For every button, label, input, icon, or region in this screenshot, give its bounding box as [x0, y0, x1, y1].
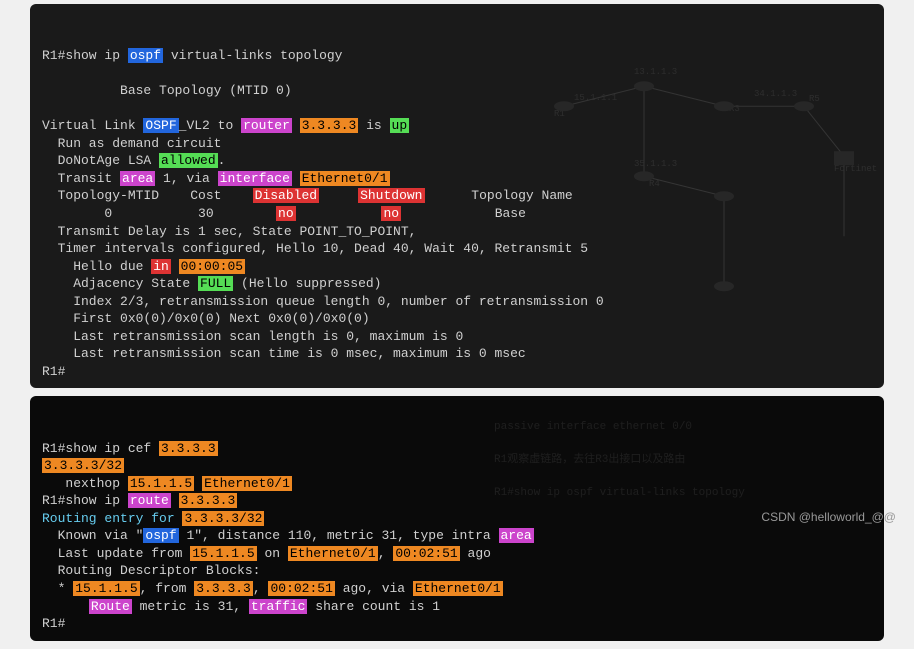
interface-name: Ethernet0/1: [288, 546, 378, 561]
ip-prefix: 3.3.3.3/32: [182, 511, 264, 526]
output-line: Transmit Delay is 1 sec, State POINT_TO_…: [42, 224, 416, 239]
output-line: Adjacency State FULL (Hello suppressed): [42, 276, 381, 291]
keyword-route: Route: [89, 599, 132, 614]
output-line: Timer intervals configured, Hello 10, De…: [42, 241, 588, 256]
status-up: up: [390, 118, 410, 133]
output-line: Hello due in 00:00:05: [42, 259, 245, 274]
ip-prefix: 3.3.3.3/32: [42, 458, 124, 473]
ip-address: 15.1.1.5: [190, 546, 256, 561]
svg-text:R1: R1: [554, 109, 565, 119]
keyword-area: area: [499, 528, 534, 543]
terminal-output-2: passive interface ethernet 0/0 R1观察虚链路，去…: [30, 396, 884, 640]
status-allowed: allowed: [159, 153, 218, 168]
cli-prompt: R1#: [42, 364, 65, 379]
output-line: Virtual Link OSPF_VL2 to router 3.3.3.3 …: [42, 118, 409, 133]
keyword-ospf: ospf: [143, 528, 178, 543]
svg-text:R3: R3: [729, 104, 740, 114]
output-line: Known via "ospf 1", distance 110, metric…: [42, 528, 534, 543]
ip-address: 3.3.3.3: [300, 118, 359, 133]
output-line: Route metric is 31, traffic share count …: [42, 599, 440, 614]
output-line: DoNotAge LSA allowed.: [42, 153, 225, 168]
keyword-route: route: [128, 493, 171, 508]
svg-text:35.1.1.3: 35.1.1.3: [634, 159, 677, 169]
ip-address: 15.1.1.5: [128, 476, 194, 491]
svg-text:R4: R4: [649, 179, 660, 189]
output-line: 0 30 no no Base: [42, 206, 526, 221]
cli-line: R1#show ip route 3.3.3.3: [42, 493, 237, 508]
svg-text:Fortinet: Fortinet: [834, 164, 877, 174]
cli-line: R1#show ip cef 3.3.3.3: [42, 441, 218, 456]
keyword-traffic: traffic: [249, 599, 308, 614]
value-no: no: [381, 206, 401, 221]
output-line: Last update from 15.1.1.5 on Ethernet0/1…: [42, 546, 491, 561]
interface-name: Ethernet0/1: [413, 581, 503, 596]
ip-address: 3.3.3.3: [194, 581, 253, 596]
output-line: First 0x0(0)/0x0(0) Next 0x0(0)/0x0(0): [42, 311, 370, 326]
svg-text:34.1.1.3: 34.1.1.3: [754, 89, 797, 99]
background-faint-text: passive interface ethernet 0/0 R1观察虚链路，去…: [494, 402, 874, 501]
col-disabled: Disabled: [253, 188, 319, 203]
output-line: * 15.1.1.5, from 3.3.3.3, 00:02:51 ago, …: [42, 581, 503, 596]
output-line: Routing Descriptor Blocks:: [42, 563, 260, 578]
timer-value: 00:02:51: [268, 581, 334, 596]
svg-text:15.1.1.1: 15.1.1.1: [574, 93, 617, 103]
output-line: Topology-MTID Cost Disabled Shutdown Top…: [42, 188, 573, 203]
keyword-area: area: [120, 171, 155, 186]
interface-name: Ethernet0/1: [300, 171, 390, 186]
col-shutdown: Shutdown: [358, 188, 424, 203]
terminal-output-1: 15.1.1.1 13.1.1.3 34.1.1.3 35.1.1.3 R1 R…: [30, 4, 884, 388]
keyword-ospf: ospf: [128, 48, 163, 63]
cli-line: R1#show ip ospf virtual-links topology: [42, 48, 342, 63]
output-line: Base Topology (MTID 0): [42, 83, 292, 98]
svg-text:R5: R5: [809, 94, 820, 104]
timer-value: 00:00:05: [179, 259, 245, 274]
output-line: nexthop 15.1.1.5 Ethernet0/1: [42, 476, 292, 491]
watermark: CSDN @helloworld_@@: [761, 510, 896, 524]
value-no: no: [276, 206, 296, 221]
keyword-interface: interface: [218, 171, 292, 186]
svg-text:13.1.1.3: 13.1.1.3: [634, 67, 677, 77]
output-line: Transit area 1, via interface Ethernet0/…: [42, 171, 390, 186]
output-line: Index 2/3, retransmission queue length 0…: [42, 294, 604, 309]
interface-name: Ethernet0/1: [202, 476, 292, 491]
ip-address: 3.3.3.3: [159, 441, 218, 456]
keyword-in: in: [151, 259, 171, 274]
output-line: Last retransmission scan length is 0, ma…: [42, 329, 463, 344]
timer-value: 00:02:51: [393, 546, 459, 561]
output-line: Last retransmission scan time is 0 msec,…: [42, 346, 526, 361]
cli-prompt: R1#: [42, 616, 65, 631]
status-full: FULL: [198, 276, 233, 291]
output-line: Routing entry for 3.3.3.3/32: [42, 511, 264, 526]
output-line: Run as demand circuit: [42, 136, 221, 151]
ip-address: 15.1.1.5: [73, 581, 139, 596]
keyword-ospf: OSPF: [143, 118, 178, 133]
ip-address: 3.3.3.3: [179, 493, 238, 508]
keyword-router: router: [241, 118, 292, 133]
topology-diagram-bg: 15.1.1.1 13.1.1.3 34.1.1.3 35.1.1.3 R1 R…: [524, 4, 884, 388]
